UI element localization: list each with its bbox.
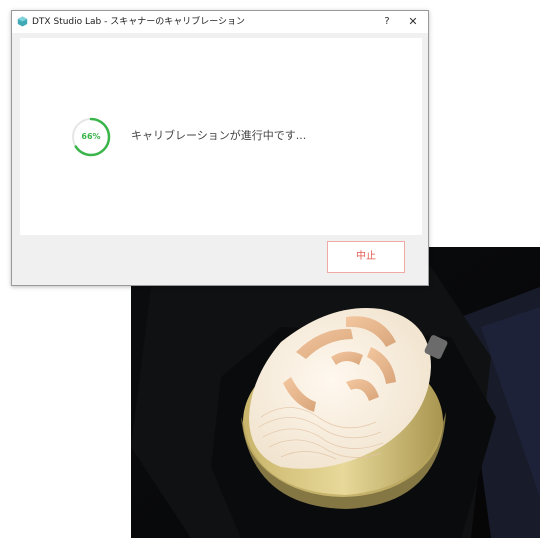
stop-button[interactable]: 中止 xyxy=(327,241,405,273)
content-panel: 66% キャリブレーションが進行中です... xyxy=(20,38,422,235)
calibration-plate-photo xyxy=(131,247,540,538)
title-bar: DTX Studio Lab - スキャナーのキャリブレーション ? ✕ xyxy=(12,11,428,33)
calibration-dialog: DTX Studio Lab - スキャナーのキャリブレーション ? ✕ 66%… xyxy=(11,10,429,286)
close-button[interactable]: ✕ xyxy=(405,12,421,32)
window-title: DTX Studio Lab - スキャナーのキャリブレーション xyxy=(32,17,246,27)
help-button[interactable]: ? xyxy=(379,12,395,32)
progress-percent: 66% xyxy=(81,132,101,141)
status-message: キャリブレーションが進行中です... xyxy=(131,129,307,142)
app-logo-icon xyxy=(17,16,28,27)
